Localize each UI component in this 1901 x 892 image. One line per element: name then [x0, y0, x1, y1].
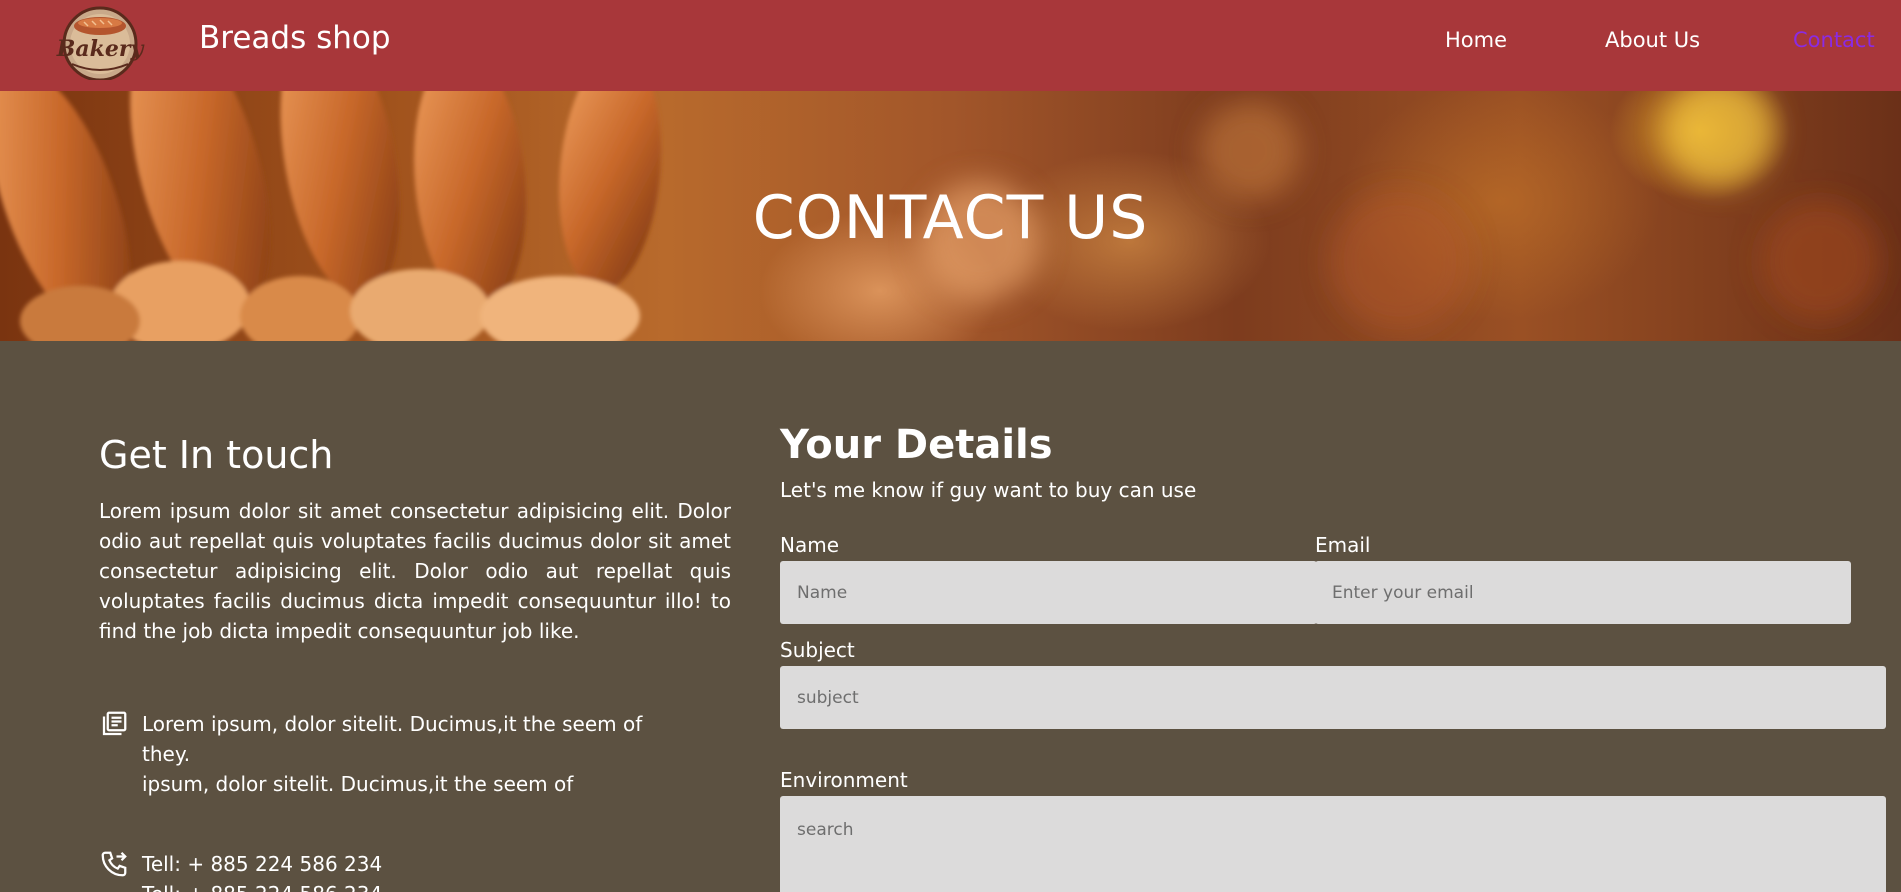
logo-lettering: Bakery — [56, 36, 146, 62]
bakery-logo[interactable]: Bakery — [50, 4, 148, 82]
your-details-title: Your Details — [780, 422, 1053, 468]
subject-input[interactable] — [780, 666, 1886, 729]
get-in-touch-text: Lorem ipsum dolor sit amet consectetur a… — [99, 499, 731, 643]
article-icon — [99, 709, 129, 739]
hero-title: CONTACT US — [752, 183, 1149, 253]
environment-textarea[interactable] — [780, 796, 1886, 892]
get-in-touch-title: Get In touch — [99, 433, 334, 477]
site-header: Bakery Breads shop Home About Us Contact — [0, 0, 1901, 91]
environment-label: Environment — [780, 768, 908, 792]
phone-line-1: Tell: + 885 224 586 234 — [142, 852, 383, 876]
nav-contact-link[interactable]: Contact — [1793, 28, 1875, 52]
nav-about-link[interactable]: About Us — [1605, 28, 1700, 52]
phone-line-2: Tell: + 885 224 586 234 — [142, 879, 652, 892]
subject-label: Subject — [780, 638, 855, 662]
address-line-2: ipsum, dolor sitelit. Ducimus,it the see… — [142, 772, 574, 796]
address-info: Lorem ipsum, dolor sitelit. Ducimus,it t… — [142, 709, 652, 799]
phone-info: Tell: + 885 224 586 234 Tell: + 885 224 … — [142, 849, 652, 892]
hero-banner: CONTACT US — [0, 91, 1901, 341]
address-line-1: Lorem ipsum, dolor sitelit. Ducimus,it t… — [142, 712, 643, 766]
name-input[interactable] — [780, 561, 1317, 624]
your-details-subtitle: Let's me know if guy want to buy can use — [780, 478, 1197, 502]
brand-name: Breads shop — [199, 20, 391, 56]
nav-home-link[interactable]: Home — [1445, 28, 1507, 52]
email-label: Email — [1315, 533, 1371, 557]
phone-forwarded-icon — [99, 849, 129, 879]
email-input[interactable] — [1315, 561, 1851, 624]
name-label: Name — [780, 533, 840, 557]
